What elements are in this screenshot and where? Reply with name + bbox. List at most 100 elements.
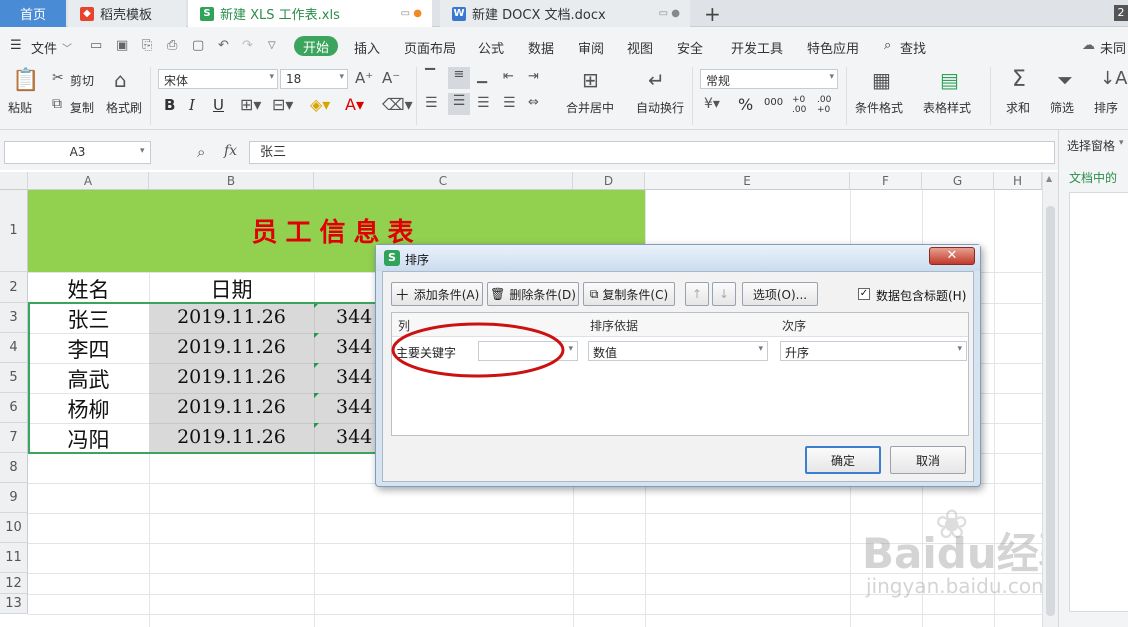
row-header-2[interactable]: 2 <box>0 272 28 303</box>
cloud-icon[interactable]: ☁ <box>1082 38 1095 53</box>
move-down-button[interactable]: ↓ <box>712 282 736 306</box>
search-icon[interactable]: ⌕ <box>884 38 891 53</box>
row-header-4[interactable]: 4 <box>0 333 28 363</box>
name-box-dropdown-icon[interactable]: ▾ <box>140 146 145 156</box>
save-icon[interactable]: ▣ <box>116 38 128 53</box>
menu-dev-tools[interactable]: 开发工具 <box>731 38 783 57</box>
menu-features[interactable]: 特色应用 <box>807 38 859 57</box>
tab-xls-controls[interactable]: ▭ ● <box>401 8 422 19</box>
selection-pane-title[interactable]: 选择窗格 <box>1067 137 1115 154</box>
number-format-select[interactable]: 常规 <box>700 69 838 89</box>
selection-pane-list[interactable] <box>1069 192 1128 612</box>
row-header-6[interactable]: 6 <box>0 393 28 423</box>
menu-page-layout[interactable]: 页面布局 <box>404 38 456 57</box>
export-icon[interactable]: ⎘ <box>142 38 152 53</box>
wrap-text-button[interactable]: 自动换行 <box>636 99 684 116</box>
has-header-checkbox[interactable]: ✓ <box>858 288 870 300</box>
print-icon[interactable]: ⎙ <box>167 38 177 53</box>
font-size-select[interactable]: 18 <box>280 69 348 89</box>
vertical-scrollbar[interactable]: ▲ <box>1042 172 1058 627</box>
column-header-f[interactable]: F <box>850 172 922 190</box>
paste-button[interactable]: 粘贴 <box>8 99 32 116</box>
tab-docx-file[interactable]: W 新建 DOCX 文档.docx ▭ ● <box>440 0 690 27</box>
cell-style-icon[interactable]: ⊟▾ <box>272 95 293 114</box>
column-header-h[interactable]: H <box>994 172 1042 190</box>
column-header-b[interactable]: B <box>149 172 314 190</box>
copy-button[interactable]: 复制 <box>70 99 94 116</box>
open-folder-icon[interactable]: ▭ <box>90 38 102 53</box>
formula-input[interactable]: 张三 <box>249 141 1055 164</box>
justify-icon[interactable]: ☰ <box>503 95 516 111</box>
move-up-button[interactable]: ↑ <box>685 282 709 306</box>
sum-button[interactable]: 求和 <box>1006 99 1030 116</box>
tab-daoke-templates[interactable]: ◆ 稻壳模板 <box>68 0 186 27</box>
row-header-1[interactable]: 1 <box>0 190 28 272</box>
column-header-d[interactable]: D <box>573 172 645 190</box>
fill-color-icon[interactable]: ◈▾ <box>310 95 330 114</box>
new-tab-button[interactable]: + <box>704 2 721 26</box>
tab-xls-file[interactable]: S 新建 XLS 工作表.xls ▭ ● <box>188 0 432 27</box>
font-color-icon[interactable]: A▾ <box>345 95 364 114</box>
menu-formula[interactable]: 公式 <box>478 38 504 57</box>
row-header-7[interactable]: 7 <box>0 423 28 453</box>
align-top-icon[interactable]: ▔ <box>425 69 435 84</box>
hamburger-icon[interactable]: ☰ <box>10 38 22 53</box>
format-painter-icon[interactable]: ⌂ <box>114 68 127 92</box>
underline-button[interactable]: U <box>213 96 224 114</box>
wrap-text-icon[interactable]: ↵ <box>648 68 665 92</box>
scrollbar-thumb[interactable] <box>1046 206 1055 616</box>
conditional-format-icon[interactable]: ▦ <box>872 68 891 92</box>
filter-icon[interactable]: ⏷ <box>1057 68 1073 92</box>
tab-home[interactable]: 首页 <box>0 0 66 27</box>
merge-center-button[interactable]: 合并居中 <box>566 99 614 116</box>
increase-font-icon[interactable]: A⁺ <box>355 69 373 87</box>
sum-icon[interactable]: Σ <box>1012 67 1026 92</box>
font-name-select[interactable]: 宋体 <box>158 69 278 89</box>
row-header-10[interactable]: 10 <box>0 513 28 543</box>
sort-order-select[interactable]: 升序 <box>780 341 967 361</box>
menu-view[interactable]: 视图 <box>627 38 653 57</box>
undo-icon[interactable]: ↶ <box>218 38 229 53</box>
dialog-titlebar[interactable]: S 排序 ✕ <box>376 245 980 271</box>
menu-review[interactable]: 审阅 <box>578 38 604 57</box>
row-header-12[interactable]: 12 <box>0 573 28 594</box>
name-box[interactable]: A3 <box>4 141 151 164</box>
menu-security[interactable]: 安全 <box>677 38 703 57</box>
align-bottom-icon[interactable]: ▁ <box>477 69 487 84</box>
indent-increase-icon[interactable]: ⇥ <box>528 69 539 84</box>
copy-condition-button[interactable]: ⧉ 复制条件(C) <box>583 282 675 306</box>
align-left-icon[interactable]: ☰ <box>425 95 438 111</box>
align-middle-icon[interactable]: ≡ <box>448 67 470 89</box>
sort-icon[interactable]: ↓A <box>1100 68 1127 89</box>
increase-decimal-button[interactable]: +0 .00 <box>792 95 812 115</box>
decrease-decimal-button[interactable]: .00 +0 <box>817 95 837 115</box>
conditional-format-button[interactable]: 条件格式 <box>855 99 903 116</box>
select-all-corner[interactable] <box>0 172 28 190</box>
ok-button[interactable]: 确定 <box>805 446 881 474</box>
thousands-button[interactable]: 000 <box>764 97 783 108</box>
tab-docx-controls[interactable]: ▭ ● <box>659 8 680 19</box>
italic-button[interactable]: I <box>189 96 195 114</box>
align-center-icon[interactable]: ☰ <box>448 93 470 115</box>
column-header-c[interactable]: C <box>314 172 573 190</box>
row-header-11[interactable]: 11 <box>0 543 28 573</box>
quick-access-dropdown-icon[interactable]: ▽ <box>268 40 276 51</box>
zoom-lookup-icon[interactable]: ⌕ <box>197 143 205 161</box>
border-icon[interactable]: ⊞▾ <box>240 95 261 114</box>
row-header-5[interactable]: 5 <box>0 363 28 393</box>
print-preview-icon[interactable]: ▢ <box>192 38 204 53</box>
distribute-icon[interactable]: ⇔ <box>528 95 539 110</box>
row-header-3[interactable]: 3 <box>0 303 28 333</box>
fx-icon[interactable]: fx <box>224 143 237 159</box>
menu-insert[interactable]: 插入 <box>354 38 380 57</box>
sort-basis-select[interactable]: 数值 <box>588 341 768 361</box>
clear-format-icon[interactable]: ⌫▾ <box>382 95 413 114</box>
table-style-button[interactable]: 表格样式 <box>923 99 971 116</box>
row-header-13[interactable]: 13 <box>0 594 28 614</box>
delete-condition-button[interactable]: 🗑 删除条件(D) <box>487 282 579 306</box>
indent-decrease-icon[interactable]: ⇤ <box>503 69 514 84</box>
chevron-down-icon[interactable]: ▾ <box>1119 138 1124 148</box>
copy-icon[interactable]: ⧉ <box>52 96 62 112</box>
menu-data[interactable]: 数据 <box>528 38 554 57</box>
table-style-icon[interactable]: ▤ <box>940 68 959 92</box>
